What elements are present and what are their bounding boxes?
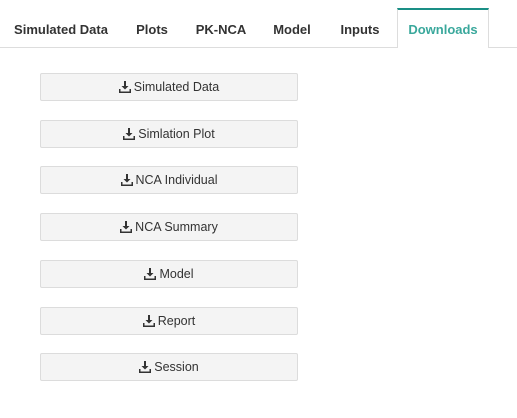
download-icon [144,268,157,280]
tab-model[interactable]: Model [262,8,322,48]
download-report-button[interactable]: Report [40,307,298,335]
download-icon [142,315,155,327]
download-button-label: Model [159,267,194,281]
download-session-button[interactable]: Session [40,353,298,381]
tab-simulated-data[interactable]: Simulated Data [8,8,114,48]
download-icon [123,128,136,140]
download-nca-individual-button[interactable]: NCA Individual [40,166,298,194]
download-button-label: Simulated Data [133,80,220,94]
download-icon [120,221,133,233]
download-icon [120,174,133,186]
download-icon [118,81,131,93]
download-button-label: Report [157,314,196,328]
tab-pk-nca[interactable]: PK-NCA [188,8,254,48]
download-icon [139,361,152,373]
tab-inputs[interactable]: Inputs [330,8,390,48]
download-button-label: NCA Summary [135,220,218,234]
download-button-label: Simlation Plot [138,127,215,141]
tab-bar: Simulated Data Plots PK-NCA Model Inputs… [0,8,517,48]
tab-downloads[interactable]: Downloads [397,8,489,48]
download-button-label: NCA Individual [135,173,218,187]
download-nca-summary-button[interactable]: NCA Summary [40,213,298,241]
download-model-button[interactable]: Model [40,260,298,288]
download-simulated-data-button[interactable]: Simulated Data [40,73,298,101]
download-button-label: Session [154,360,199,374]
tab-plots[interactable]: Plots [124,8,180,48]
download-simulation-plot-button[interactable]: Simlation Plot [40,120,298,148]
